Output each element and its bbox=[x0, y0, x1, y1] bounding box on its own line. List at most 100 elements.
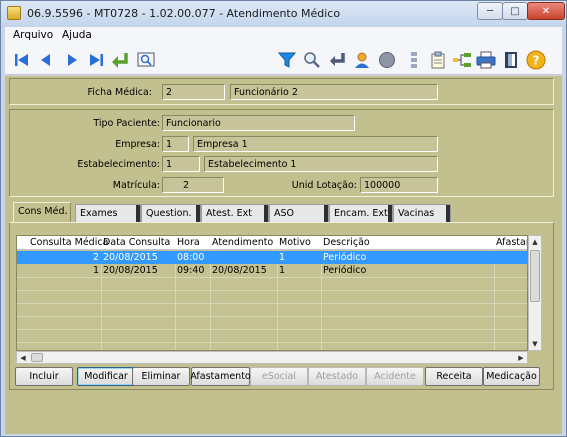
cell-atendimento: 20/08/2015 bbox=[212, 265, 267, 276]
prev-record-icon[interactable] bbox=[35, 49, 57, 71]
scroll-up-icon[interactable]: ▲ bbox=[529, 236, 541, 248]
cell-data: 20/08/2015 bbox=[103, 252, 158, 263]
cell-hora: 08:00 bbox=[177, 252, 205, 263]
horizontal-scrollbar[interactable]: ◀ ▶ bbox=[16, 351, 528, 364]
cell-consulta: 1 bbox=[92, 265, 99, 276]
record-icon[interactable] bbox=[376, 49, 398, 71]
modificar-button[interactable]: Modificar bbox=[77, 367, 135, 386]
estabelecimento-label: Estabelecimento: bbox=[77, 159, 160, 170]
cell-descricao: Periódico bbox=[323, 252, 367, 263]
column-header[interactable]: Hora bbox=[177, 237, 200, 248]
sort-icon[interactable] bbox=[403, 49, 425, 71]
title-bar: 06.9.5596 - MT0728 - 1.02.00.077 - Atend… bbox=[1, 1, 566, 27]
window-title: 06.9.5596 - MT0728 - 1.02.00.077 - Atend… bbox=[27, 7, 341, 20]
toolbar: ? bbox=[5, 45, 562, 75]
eliminar-button[interactable]: Eliminar bbox=[132, 367, 190, 386]
horizontal-scroll-thumb[interactable] bbox=[31, 353, 43, 362]
clipboard-icon[interactable] bbox=[427, 49, 449, 71]
help-icon[interactable]: ? bbox=[525, 49, 547, 71]
main-content: Ficha Médica: 2 Funcionário 2 Tipo Pacie… bbox=[5, 76, 562, 434]
estabelecimento-name-field[interactable]: Estabelecimento 1 bbox=[204, 156, 438, 172]
grid-header: Consulta Médica Data Consulta Hora Atend… bbox=[17, 236, 527, 250]
tab-atest-ext[interactable]: Atest. Ext bbox=[201, 204, 269, 222]
tab-label: Cons Méd. bbox=[18, 206, 68, 217]
menu-arquivo[interactable]: Arquivo bbox=[13, 29, 53, 41]
cell-motivo: 1 bbox=[279, 265, 286, 276]
empresa-name-field[interactable]: Empresa 1 bbox=[193, 136, 438, 152]
ficha-medica-code-field[interactable]: 2 bbox=[162, 84, 225, 100]
vertical-scrollbar[interactable]: ▲ ▼ bbox=[528, 235, 542, 351]
matricula-label: Matrícula: bbox=[112, 180, 160, 191]
ficha-medica-name-field[interactable]: Funcionário 2 bbox=[230, 84, 438, 100]
maximize-button[interactable]: □ bbox=[502, 2, 528, 20]
unid-lotacao-label: Unid Lotação: bbox=[291, 180, 357, 191]
acidente-button[interactable]: Acidente bbox=[366, 367, 424, 386]
vertical-scroll-thumb[interactable] bbox=[530, 250, 540, 302]
return-icon[interactable] bbox=[326, 49, 348, 71]
column-header[interactable]: Descrição bbox=[323, 237, 370, 248]
consultas-grid[interactable]: Consulta Médica Data Consulta Hora Atend… bbox=[16, 235, 528, 351]
next-record-icon[interactable] bbox=[61, 49, 83, 71]
tab-aso[interactable]: ASO bbox=[269, 204, 329, 222]
search-icon[interactable] bbox=[301, 49, 323, 71]
cell-hora: 09:40 bbox=[177, 265, 205, 276]
scroll-right-icon[interactable]: ▶ bbox=[515, 352, 527, 364]
unid-lotacao-field[interactable]: 100000 bbox=[360, 177, 438, 193]
scroll-down-icon[interactable]: ▼ bbox=[529, 338, 541, 350]
goto-icon[interactable] bbox=[109, 49, 131, 71]
cell-descricao: Periódico bbox=[323, 265, 367, 276]
minimize-button[interactable]: ─ bbox=[477, 2, 503, 20]
print-icon[interactable] bbox=[475, 49, 497, 71]
exit-icon[interactable] bbox=[500, 49, 522, 71]
tab-question[interactable]: Question. bbox=[141, 204, 201, 222]
tab-label: Exames bbox=[80, 208, 118, 219]
tab-label: Encam. Ext bbox=[334, 208, 388, 219]
column-header[interactable]: Afastam bbox=[496, 237, 527, 248]
table-row[interactable]: 1 20/08/2015 09:40 20/08/2015 1 Periódic… bbox=[17, 264, 527, 277]
tree-icon[interactable] bbox=[451, 49, 473, 71]
cell-consulta: 2 bbox=[92, 252, 99, 263]
empresa-code-field[interactable]: 1 bbox=[162, 136, 189, 152]
close-button[interactable]: ✕ bbox=[527, 2, 565, 20]
tab-encam-ext[interactable]: Encam. Ext bbox=[329, 204, 393, 222]
tab-label: Vacinas bbox=[398, 208, 435, 219]
tipo-paciente-field[interactable]: Funcionario bbox=[162, 115, 355, 131]
tab-panel-cons-med: Consulta Médica Data Consulta Hora Atend… bbox=[9, 222, 554, 390]
tab-vacinas[interactable]: Vacinas bbox=[393, 204, 451, 222]
esocial-button[interactable]: eSocial bbox=[250, 367, 308, 386]
estabelecimento-code-field[interactable]: 1 bbox=[162, 156, 200, 172]
help-glyph: ? bbox=[533, 54, 540, 68]
details-panel: Tipo Paciente: Funcionario Empresa: 1 Em… bbox=[9, 109, 554, 197]
column-header[interactable]: Data Consulta bbox=[103, 237, 170, 248]
table-row[interactable]: 2 20/08/2015 08:00 1 Periódico bbox=[17, 251, 527, 264]
tab-label: Question. bbox=[146, 208, 192, 219]
column-header[interactable]: Atendimento bbox=[212, 237, 273, 248]
afastamento-button[interactable]: Afastamento bbox=[190, 367, 251, 386]
menu-ajuda[interactable]: Ajuda bbox=[62, 29, 92, 41]
medicacao-button[interactable]: Medicação bbox=[483, 367, 540, 386]
last-record-icon[interactable] bbox=[85, 49, 107, 71]
cell-motivo: 1 bbox=[279, 252, 286, 263]
user-icon[interactable] bbox=[351, 49, 373, 71]
column-header[interactable]: Motivo bbox=[279, 237, 311, 248]
menu-bar: Arquivo Ajuda bbox=[5, 27, 562, 45]
filter-icon[interactable] bbox=[276, 49, 298, 71]
first-record-icon[interactable] bbox=[11, 49, 33, 71]
cell-data: 20/08/2015 bbox=[103, 265, 158, 276]
tab-label: Atest. Ext bbox=[206, 208, 252, 219]
matricula-field[interactable]: 2 bbox=[162, 177, 224, 193]
tab-exames[interactable]: Exames bbox=[75, 204, 141, 222]
action-button-bar: Incluir Modificar Eliminar Afastamento e… bbox=[11, 367, 541, 387]
header-panel: Ficha Médica: 2 Funcionário 2 bbox=[9, 78, 554, 105]
scroll-left-icon[interactable]: ◀ bbox=[17, 352, 29, 364]
column-header[interactable]: Consulta Médica bbox=[30, 237, 108, 248]
app-icon bbox=[7, 6, 21, 20]
app-window: 06.9.5596 - MT0728 - 1.02.00.077 - Atend… bbox=[0, 0, 567, 437]
incluir-button[interactable]: Incluir bbox=[15, 367, 73, 386]
atestado-button[interactable]: Atestado bbox=[308, 367, 366, 386]
tab-label: ASO bbox=[274, 208, 295, 219]
zoom-icon[interactable] bbox=[135, 49, 157, 71]
receita-button[interactable]: Receita bbox=[425, 367, 483, 386]
tab-cons-med[interactable]: Cons Méd. bbox=[13, 202, 71, 223]
empresa-label: Empresa: bbox=[115, 139, 160, 150]
